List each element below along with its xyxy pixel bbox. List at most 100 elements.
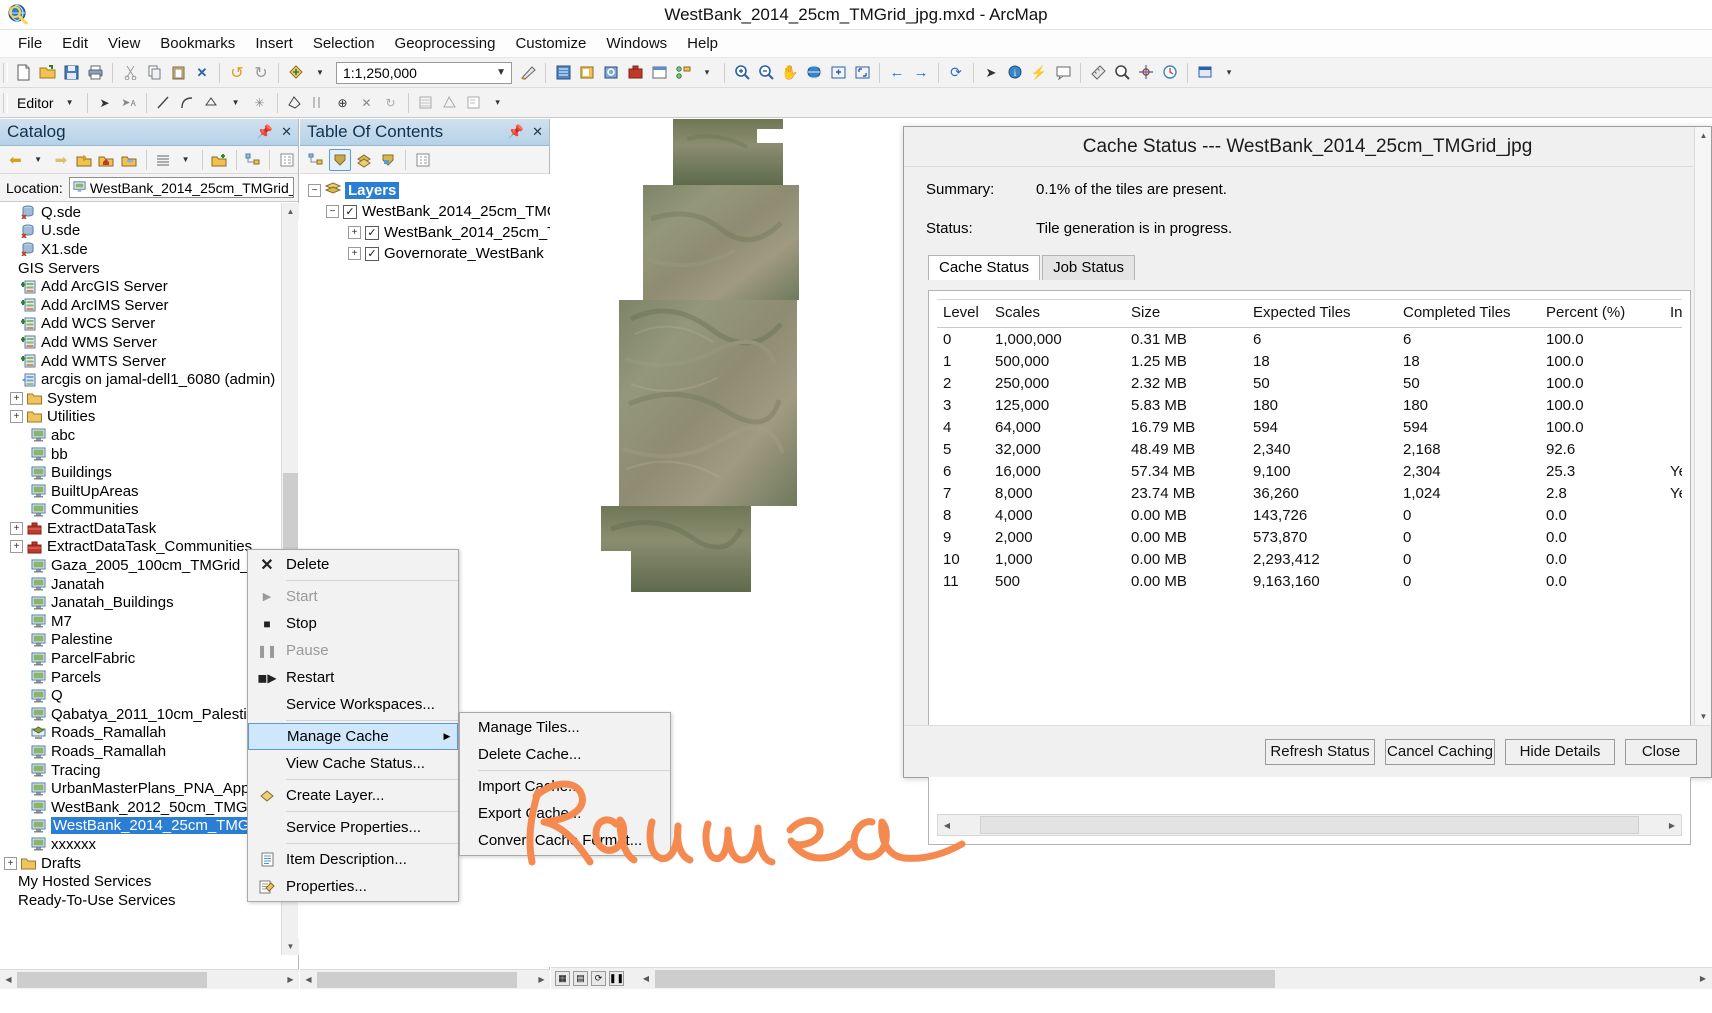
scroll-left-arrow-icon[interactable]: ◀ [300,971,317,989]
scroll-track[interactable] [317,971,533,989]
cut-polygons-icon[interactable] [284,92,306,114]
menu-bookmarks[interactable]: Bookmarks [150,32,245,55]
trace-tool-icon[interactable] [201,92,223,114]
scroll-right-arrow-icon[interactable]: ▶ [282,971,299,989]
rotate-tool-icon[interactable]: ⊕ [332,92,354,114]
catalog-tree-item[interactable]: + System [0,389,275,408]
full-extent-icon[interactable] [803,62,825,84]
scroll-left-arrow-icon[interactable]: ◀ [637,969,655,989]
go-to-xy-icon[interactable] [1135,62,1157,84]
menu-customize[interactable]: Customize [505,32,596,55]
submenu-item-import-cache[interactable]: Import Cache... [460,773,670,800]
split-tool-icon[interactable] [308,92,330,114]
scroll-left-arrow-icon[interactable]: ◀ [0,971,17,989]
catalog-tree-item[interactable]: Q.sde [0,203,275,222]
scroll-down-arrow-icon[interactable]: ▼ [282,938,299,955]
pin-icon[interactable]: 📌 [257,124,273,140]
table-row[interactable]: 9 2,000 0.00 MB 573,870 0 0.0 [937,526,1682,548]
context-menu-item-service-workspaces[interactable]: Service Workspaces... [248,691,458,718]
scroll-track[interactable] [17,971,282,989]
hide-details-button[interactable]: Hide Details [1505,738,1615,765]
col-expected-tiles[interactable]: Expected Tiles [1247,300,1397,328]
toggle-tree-icon[interactable] [243,149,264,171]
expand-icon[interactable]: + [10,540,23,554]
collapse-icon[interactable]: − [308,184,321,197]
table-row[interactable]: 6 16,000 57.34 MB 9,100 2,304 25.3 Yes [937,460,1682,482]
time-slider-icon[interactable] [1159,62,1181,84]
table-row[interactable]: 4 64,000 16.79 MB 594 594 100.0 [937,416,1682,438]
layer-visibility-checkbox[interactable]: ✓ [365,225,379,240]
default-geodatabase-icon[interactable] [119,149,140,171]
context-menu-item-item-description[interactable]: Item Description... [248,846,458,873]
submenu-item-export-cache[interactable]: Export Cache... [460,800,670,827]
expand-icon[interactable]: + [348,247,361,260]
catalog-tree-item[interactable]: X1.sde [0,240,275,259]
catalog-tree-item[interactable]: + Utilities [0,408,275,427]
attributes-icon[interactable]: ✕ [356,92,378,114]
location-combobox[interactable]: WestBank_2014_25cm_TMGrid_jpg.M ▼ [68,177,294,198]
refresh-view-icon[interactable]: ⟳ [945,62,967,84]
catalog-tree-item[interactable]: UrbanMasterPlans_PNA_Approved [0,779,275,798]
scroll-right-arrow-icon[interactable]: ▶ [1694,969,1712,989]
scroll-up-arrow-icon[interactable]: ▲ [1695,127,1712,144]
col-size[interactable]: Size [1125,300,1247,328]
back-arrow-icon[interactable]: ⬅ [5,149,26,171]
submenu-item-delete-cache[interactable]: Delete Cache... [460,741,670,768]
python-window-icon[interactable] [648,62,670,84]
cancel-caching-button[interactable]: Cancel Caching [1385,738,1495,765]
context-menu-item-stop[interactable]: ■ Stop [248,610,458,637]
dialog-vertical-scrollbar[interactable]: ▲ ▼ [1694,127,1711,725]
expand-icon[interactable]: + [348,226,361,239]
catalog-tree-item[interactable]: WestBank_2014_25cm_TMGrid_jpg [0,817,275,836]
tab-cache-status[interactable]: Cache Status [928,255,1041,280]
attribute-table-icon[interactable] [415,92,437,114]
catalog-window-icon[interactable] [576,62,598,84]
html-popup-icon[interactable] [1052,62,1074,84]
close-icon[interactable]: ✕ [532,124,543,140]
select-elements-icon[interactable]: ➤ [980,62,1002,84]
catalog-tree-item[interactable]: Palestine [0,631,275,650]
straight-segment-icon[interactable] [153,92,175,114]
edit-sketch-props-icon[interactable] [463,92,485,114]
item-description-icon[interactable] [276,149,297,171]
scroll-down-arrow-icon[interactable]: ▼ [1695,708,1712,725]
menu-geoprocessing[interactable]: Geoprocessing [385,32,506,55]
menu-edit[interactable]: Edit [52,32,98,55]
zoom-in-icon[interactable] [731,62,753,84]
catalog-tree-item[interactable]: + ExtractDataTask_Communities [0,538,275,557]
catalog-tree-item[interactable]: abc [0,426,275,445]
catalog-tree-item[interactable]: Add ArcIMS Server [0,296,275,315]
context-menu-item-create-layer[interactable]: Create Layer... [248,782,458,809]
submenu-item-manage-tiles[interactable]: Manage Tiles... [460,714,670,741]
paste-icon[interactable] [167,62,189,84]
add-data-icon[interactable] [285,62,307,84]
catalog-tree-item[interactable]: Gaza_2005_100cm_TMGrid_tif [0,556,275,575]
modelbuilder-icon[interactable] [672,62,694,84]
catalog-tree-item[interactable]: My Hosted Services [0,872,275,891]
scroll-track[interactable] [956,815,1663,835]
expand-icon[interactable]: + [10,521,23,535]
toc-options-icon[interactable] [412,149,434,171]
open-folder-icon[interactable] [36,62,58,84]
catalog-tree-item[interactable]: Roads_Ramallah [0,724,275,743]
table-of-contents-icon[interactable] [552,62,574,84]
context-menu-item-manage-cache[interactable]: Manage Cache ▶ [248,723,458,750]
tab-job-status[interactable]: Job Status [1042,255,1135,280]
catalog-tree-item[interactable]: Janatah [0,575,275,594]
context-menu-item-delete[interactable]: ✕ Delete [248,551,458,578]
search-window-icon[interactable] [600,62,622,84]
layer-visibility-checkbox[interactable]: ✓ [365,246,379,261]
editor-toolbar-toggle-icon[interactable] [517,62,539,84]
layer-visibility-checkbox[interactable]: ✓ [343,204,357,219]
menu-insert[interactable]: Insert [245,32,303,55]
table-row[interactable]: 3 125,000 5.83 MB 180 180 100.0 [937,394,1682,416]
scroll-track[interactable] [655,969,1694,989]
redo-icon[interactable]: ↻ [250,62,272,84]
catalog-horizontal-scrollbar[interactable]: ◀ ▶ [0,969,299,989]
col-scales[interactable]: Scales [989,300,1125,328]
col-completed-tiles[interactable]: Completed Tiles [1397,300,1540,328]
catalog-tree-item[interactable]: Add WMTS Server [0,352,275,371]
list-by-source-icon[interactable] [329,148,351,171]
toolbar-overflow-2-icon[interactable]: ▾ [1218,62,1240,84]
scroll-thumb[interactable] [17,971,207,988]
